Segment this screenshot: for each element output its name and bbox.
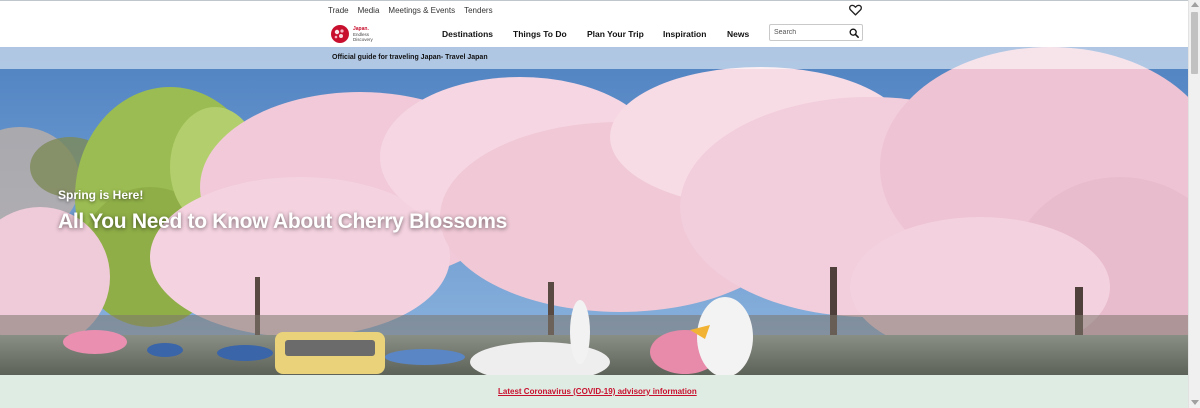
hero-tagline-strip: Official guide for traveling Japan- Trav… — [0, 47, 1188, 69]
utility-link-trade[interactable]: Trade — [328, 6, 349, 15]
nav-item-destinations[interactable]: Destinations — [442, 29, 493, 39]
logo-line-3: Discovery — [353, 36, 373, 42]
nav-item-inspiration[interactable]: Inspiration — [663, 29, 706, 39]
nav-item-things-to-do[interactable]: Things To Do — [513, 29, 567, 39]
utility-bar: Trade Media Meetings & Events Tenders — [0, 0, 1188, 20]
main-header: Japan. Endless Discovery Destinations Th… — [0, 20, 1188, 47]
scroll-down-arrow-icon[interactable] — [1191, 400, 1199, 405]
hero-headline[interactable]: All You Need to Know About Cherry Blosso… — [58, 210, 507, 234]
nav-item-plan-your-trip[interactable]: Plan Your Trip — [587, 29, 644, 39]
scroll-up-arrow-icon[interactable] — [1191, 2, 1199, 7]
hero-banner[interactable]: Official guide for traveling Japan- Trav… — [0, 47, 1188, 375]
covid-advisory-link[interactable]: Latest Coronavirus (COVID-19) advisory i… — [498, 387, 697, 396]
scrollbar-thumb[interactable] — [1191, 12, 1198, 74]
blossom-logo-icon — [331, 25, 349, 43]
search-input[interactable] — [774, 27, 844, 38]
hero-kicker: Spring is Here! — [58, 188, 144, 202]
site-logo[interactable]: Japan. Endless Discovery — [330, 23, 378, 45]
utility-link-tenders[interactable]: Tenders — [464, 6, 492, 15]
heart-icon[interactable] — [849, 4, 862, 16]
search-icon[interactable] — [849, 28, 859, 38]
page-scrollbar[interactable] — [1188, 0, 1200, 408]
search-box — [769, 24, 863, 41]
utility-link-meetings-events[interactable]: Meetings & Events — [388, 6, 455, 15]
utility-nav: Trade Media Meetings & Events Tenders — [328, 6, 493, 15]
logo-wordmark: Japan. Endless Discovery — [353, 26, 375, 42]
hero-tagline: Official guide for traveling Japan- Trav… — [332, 54, 488, 61]
page: Trade Media Meetings & Events Tenders Ja… — [0, 0, 1200, 408]
covid-advisory-bar: Latest Coronavirus (COVID-19) advisory i… — [0, 375, 1188, 408]
utility-link-media[interactable]: Media — [358, 6, 380, 15]
nav-item-news[interactable]: News — [727, 29, 749, 39]
